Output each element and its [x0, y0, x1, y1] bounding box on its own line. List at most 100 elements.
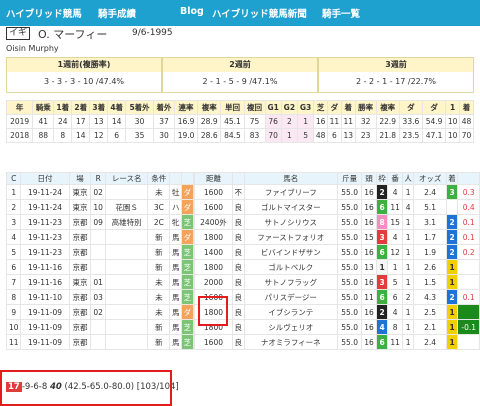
race-condition: 3C — [147, 199, 171, 215]
race-weight: 55.0 — [336, 274, 363, 290]
yearly-stats-table: 年騎乗 1着 2着 3着 4着 5着外 着外 連率 複率 単回 複回 G1 G2 G3 芝ダ着勝率 複率ダダ 1… — [5, 100, 474, 143]
race-sex: ハ — [169, 199, 183, 215]
stat-header-cell: 勝率 — [354, 100, 377, 115]
race-popularity: 1 — [401, 229, 415, 245]
race-weight: 55.0 — [336, 229, 363, 245]
race-number: 09 — [90, 214, 106, 230]
stat-header-cell: ダ — [398, 100, 424, 115]
race-header-cell: 場 — [68, 172, 92, 185]
race-frame: 3 — [375, 229, 389, 245]
race-margin — [457, 304, 480, 320]
race-row[interactable]: 8 19-11-10 京都 03 未馬芝 1600 良パリスデージー 55.0 11 6 6 2 4.3… — [5, 289, 480, 305]
race-header-cell — [169, 172, 183, 185]
race-popularity: 1 — [401, 304, 415, 320]
stat-cell: 13 — [89, 114, 109, 129]
race-date: 19-11-10 — [20, 289, 70, 305]
stat-header-cell: 複率 — [375, 100, 400, 115]
race-popularity: 2 — [401, 289, 415, 305]
race-date: 19-11-23 — [20, 229, 70, 245]
race-horse-name: ナオミラフィーネ — [243, 334, 338, 350]
race-condition: 新 — [147, 259, 171, 275]
race-popularity: 1 — [401, 184, 415, 200]
stat-cell: 41 — [32, 114, 55, 129]
race-margin — [457, 334, 480, 350]
stat-row: 2019 41 24 17 13 14 30 37 16.9 28.9 45.1 75 76 2 1 16 11… — [5, 114, 474, 129]
stat-cell: 70 — [459, 128, 474, 143]
race-condition: 未 — [147, 184, 171, 200]
nav-link-jockey-list[interactable]: 騎手一覧 — [322, 6, 360, 20]
race-margin: 0.2 — [457, 244, 480, 260]
stat-cell: 24 — [53, 114, 73, 129]
nav-link-blog[interactable]: Blog — [180, 6, 204, 17]
race-number — [90, 229, 106, 245]
race-name — [104, 229, 149, 245]
race-frame: 6 — [375, 244, 389, 260]
race-row[interactable]: 11 19-11-09 京都新馬芝 1600 良ナオミラフィーネ 55.0 16 6 11 1 2.… — [5, 334, 480, 350]
race-horse-number: 15 — [387, 214, 403, 230]
race-horse-number: 12 — [387, 244, 403, 260]
stat-cell: 75 — [243, 114, 266, 129]
race-odds: 1.5 — [413, 274, 447, 290]
stat-cell: 13 — [340, 128, 356, 143]
race-name — [104, 244, 149, 260]
race-venue: 東京 — [68, 274, 92, 290]
race-weight: 55.0 — [336, 244, 363, 260]
race-condition: 新 — [147, 334, 171, 350]
race-horse-name: シルヴェリオ — [243, 319, 338, 335]
race-finish: 2 — [445, 229, 459, 245]
stat-cell: 21.8 — [375, 128, 400, 143]
stat-cell: 6 — [107, 128, 127, 143]
race-row[interactable]: 10 19-11-09 京都新馬芝 1800 良シルヴェリオ 55.0 16 4 8 1 2.1 1-… — [5, 319, 480, 335]
race-popularity: 1 — [401, 334, 415, 350]
race-results-table: C 日付場 R レース名 条件 距離 馬名 斤量頭枠番人オッズ着 1 19-11-24 東京 02 未… — [5, 172, 480, 350]
race-heads: 16 — [361, 214, 377, 230]
race-row[interactable]: 3 19-11-23 京都 09 高雄特別 2C 牝芝 2400外良サトノシリウス 55.0 16… — [5, 214, 480, 230]
race-horse-number: 11 — [387, 199, 403, 215]
race-row[interactable]: 7 19-11-16 東京 01 未馬芝 2000 良サトノフラッグ 55.0 16 3 5 1 1.5… — [5, 274, 480, 290]
stat-cell: 30 — [125, 114, 154, 129]
stat-header-cell: G3 — [296, 100, 315, 115]
race-row[interactable]: 9 19-11-09 京都 02 未馬ダ 1800 良イブシランテ 55.0 16 2 4 1 2.5 1 — [5, 304, 480, 320]
race-frame: 6 — [375, 199, 389, 215]
race-horse-name: ビバインドザサン — [243, 244, 338, 260]
stat-cell: 14 — [71, 128, 91, 143]
race-track-condition: 良 — [231, 289, 245, 305]
period-value: 3 - 3 - 3 - 10 /47.4% — [43, 77, 125, 86]
race-header-cell — [457, 172, 480, 185]
stat-cell: 48 — [313, 128, 328, 143]
stat-cell: 6 — [327, 128, 342, 143]
race-date: 19-11-23 — [20, 214, 70, 230]
race-venue: 京都 — [68, 289, 92, 305]
race-index: 2 — [5, 199, 22, 215]
race-heads: 16 — [361, 319, 377, 335]
stat-cell: 2 — [280, 114, 298, 129]
stat-cell: 33.6 — [398, 114, 424, 129]
race-margin: -0.1 — [457, 319, 480, 335]
nav-link-newspaper[interactable]: ハイブリッド競馬新聞 — [212, 6, 307, 20]
stat-cell: 14 — [107, 114, 127, 129]
race-row[interactable]: 4 19-11-23 京都新馬ダ 1800 良ファーストフォリオ 55.0 15 3 4 1 1.7… — [5, 229, 480, 245]
race-row[interactable]: 5 19-11-23 京都 新馬芝 1400 良ビバインドザサン 55.0 16 6 12 1 1.9… — [5, 244, 480, 260]
race-popularity: 1 — [401, 319, 415, 335]
nationality-badge: イギ — [6, 27, 30, 40]
race-sex: 馬 — [169, 319, 183, 335]
race-row[interactable]: 6 19-11-16 京都新馬芝 1800 良ゴルトベルク 55.0 13 1 1 1 2.6 1 — [5, 259, 480, 275]
race-heads: 16 — [361, 199, 377, 215]
race-index: 8 — [5, 289, 22, 305]
section-title[interactable]: 騎手成績 — [98, 6, 136, 20]
race-number: 10 — [90, 199, 106, 215]
race-odds: 5.1 — [413, 199, 447, 215]
race-weight: 55.0 — [336, 214, 363, 230]
race-number — [90, 319, 106, 335]
stat-header-cell: 芝 — [313, 100, 328, 115]
stat-cell: 30 — [152, 128, 175, 143]
race-name — [104, 334, 149, 350]
race-weight: 55.0 — [336, 319, 363, 335]
race-heads: 16 — [361, 244, 377, 260]
stat-cell: 12 — [89, 128, 109, 143]
race-finish: 1 — [445, 304, 459, 320]
jockey-birthdate: 9/6-1995 — [132, 28, 173, 38]
race-row[interactable]: 1 19-11-24 東京 02 未牡ダ 1600 不ファイブリーフ 55.0 16 2 4 1 2.4… — [5, 184, 480, 200]
race-row[interactable]: 2 19-11-24 東京 10 花園Ｓ 3C ハダ 1600 良ゴルトマイスター 55.0 16 6… — [5, 199, 480, 215]
site-title[interactable]: ハイブリッド競馬 — [6, 6, 82, 20]
